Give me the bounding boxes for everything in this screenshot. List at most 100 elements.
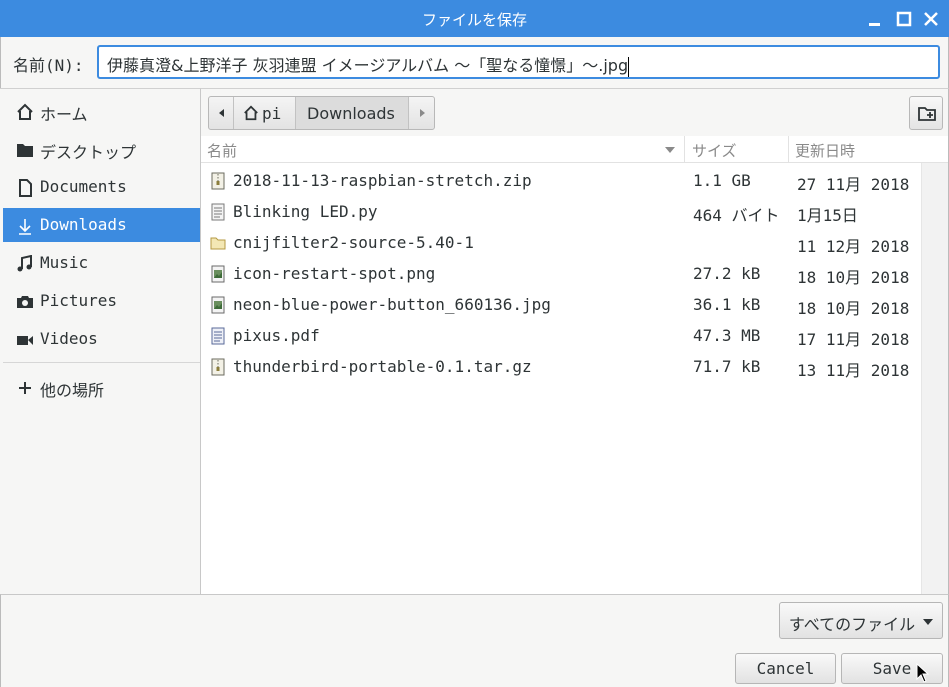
sidebar-item-label: Videos [40, 329, 98, 348]
file-size: 464 バイト [693, 206, 780, 225]
filename-input[interactable]: 伊藤真澄&上野洋子 灰羽連盟 イメージアルバム 〜「聖なる憧憬」〜.jpg [97, 45, 940, 79]
sidebar-item-desktop[interactable]: デスクトップ [3, 132, 200, 166]
column-separator [788, 136, 789, 162]
sidebar-item-downloads[interactable]: Downloads [3, 208, 200, 242]
file-date: 13 11月 2018 [797, 361, 910, 380]
dialog-footer: すべてのファイル Cancel Save [0, 594, 949, 687]
sidebar-item-other-locations[interactable]: 他の場所 [3, 370, 200, 404]
archive-icon [211, 358, 225, 376]
file-date: 18 10月 2018 [797, 268, 910, 287]
maximize-icon [896, 11, 912, 27]
mouse-cursor-icon [916, 663, 930, 683]
file-row[interactable]: neon-blue-power-button_660136.jpg 36.1 k… [201, 289, 921, 320]
file-name: 2018-11-13-raspbian-stretch.zip [233, 171, 532, 190]
file-date: 11 12月 2018 [797, 237, 910, 256]
column-header-size[interactable]: サイズ [692, 140, 737, 161]
image-file-icon [211, 265, 225, 283]
name-row: 名前(N): 伊藤真澄&上野洋子 灰羽連盟 イメージアルバム 〜「聖なる憧憬」〜… [0, 37, 949, 88]
file-name: thunderbird-portable-0.1.tar.gz [233, 357, 532, 376]
sidebar-item-label: デスクトップ [40, 143, 137, 162]
folder-icon [17, 144, 33, 157]
home-icon [244, 105, 258, 121]
camera-icon [17, 296, 33, 308]
path-bar: pi Downloads [201, 89, 948, 136]
sidebar-item-pictures[interactable]: Pictures [3, 284, 200, 318]
minimize-icon [869, 23, 880, 26]
music-icon [17, 255, 32, 272]
path-forward-button[interactable] [409, 97, 434, 129]
file-row[interactable]: icon-restart-spot.png 27.2 kB 18 10月 201… [201, 258, 921, 289]
sidebar-item-music[interactable]: Music [3, 246, 200, 280]
places-sidebar: ホーム デスクトップ Documents Downloads Music Pic… [0, 88, 201, 594]
pdf-file-icon [211, 327, 225, 345]
download-icon [19, 219, 31, 235]
file-row[interactable]: thunderbird-portable-0.1.tar.gz 71.7 kB … [201, 351, 921, 382]
column-header-name[interactable]: 名前 [207, 140, 237, 161]
file-size: 27.2 kB [693, 264, 761, 283]
file-filter-combo[interactable]: すべてのファイル [779, 602, 943, 639]
path-segment-label: pi [262, 104, 282, 123]
sidebar-item-documents[interactable]: Documents [3, 170, 200, 204]
file-browser: pi Downloads 名前 サイズ 更新日時 2018-11-13-rasp… [201, 88, 949, 595]
file-row[interactable]: Blinking LED.py 464 バイト 1月15日 [201, 196, 921, 227]
sidebar-item-label: 他の場所 [40, 381, 105, 400]
file-date: 18 10月 2018 [797, 299, 910, 318]
home-icon [17, 103, 33, 120]
folder-icon [210, 237, 226, 250]
sidebar-item-videos[interactable]: Videos [3, 322, 200, 356]
plus-icon [19, 382, 31, 394]
file-name: pixus.pdf [233, 326, 320, 345]
path-back-button[interactable] [209, 97, 234, 129]
file-size: 47.3 MB [693, 326, 761, 345]
file-size: 1.1 GB [693, 171, 751, 190]
image-file-icon [211, 296, 225, 314]
cancel-button-label: Cancel [756, 659, 815, 678]
sidebar-item-label: Pictures [40, 291, 118, 310]
close-button[interactable] [921, 9, 941, 29]
sidebar-separator [3, 362, 200, 363]
file-filter-label: すべてのファイル [788, 615, 916, 634]
column-header-modified[interactable]: 更新日時 [795, 140, 855, 161]
sort-down-icon [665, 147, 675, 153]
sidebar-item-label: ホーム [40, 105, 88, 124]
path-segment-label: Downloads [307, 104, 395, 123]
file-name: icon-restart-spot.png [233, 264, 436, 283]
path-segment-downloads[interactable]: Downloads [296, 97, 409, 129]
file-size: 36.1 kB [693, 295, 761, 314]
maximize-button[interactable] [894, 9, 914, 29]
path-buttons: pi Downloads [208, 96, 435, 130]
document-icon [19, 179, 32, 197]
window-title: ファイルを保存 [421, 11, 527, 29]
minimize-button[interactable] [865, 9, 885, 29]
vertical-scrollbar[interactable] [921, 163, 948, 595]
file-name: neon-blue-power-button_660136.jpg [233, 295, 551, 314]
file-row[interactable]: pixus.pdf 47.3 MB 17 11月 2018 [201, 320, 921, 351]
file-name: Blinking LED.py [233, 202, 378, 221]
file-row[interactable]: cnijfilter2-source-5.40-1 11 12月 2018 [201, 227, 921, 258]
sidebar-item-home[interactable]: ホーム [3, 94, 200, 128]
create-folder-button[interactable] [909, 96, 943, 130]
sidebar-item-label: Documents [40, 177, 127, 196]
column-separator [684, 136, 685, 162]
file-date: 17 11月 2018 [797, 330, 910, 349]
video-icon [17, 336, 33, 345]
file-date: 27 11月 2018 [797, 175, 910, 194]
archive-icon [211, 172, 225, 190]
title-bar[interactable]: ファイルを保存 [0, 0, 949, 37]
list-header: 名前 サイズ 更新日時 [201, 136, 948, 163]
sidebar-item-label: Downloads [40, 215, 127, 234]
name-label: 名前(N): [13, 56, 84, 75]
file-name: cnijfilter2-source-5.40-1 [233, 233, 474, 252]
chevron-left-icon [219, 109, 224, 117]
filename-value: 伊藤真澄&上野洋子 灰羽連盟 イメージアルバム 〜「聖なる憧憬」〜.jpg [107, 56, 629, 75]
close-icon [924, 12, 938, 26]
file-date: 1月15日 [797, 206, 858, 225]
sidebar-item-label: Music [40, 253, 89, 272]
path-segment-pi[interactable]: pi [234, 97, 296, 129]
chevron-right-icon [420, 109, 425, 117]
cancel-button[interactable]: Cancel [735, 653, 836, 684]
text-file-icon [211, 203, 225, 221]
new-folder-icon [918, 107, 936, 121]
text-caret [628, 56, 630, 77]
file-row[interactable]: 2018-11-13-raspbian-stretch.zip 1.1 GB 2… [201, 165, 921, 196]
